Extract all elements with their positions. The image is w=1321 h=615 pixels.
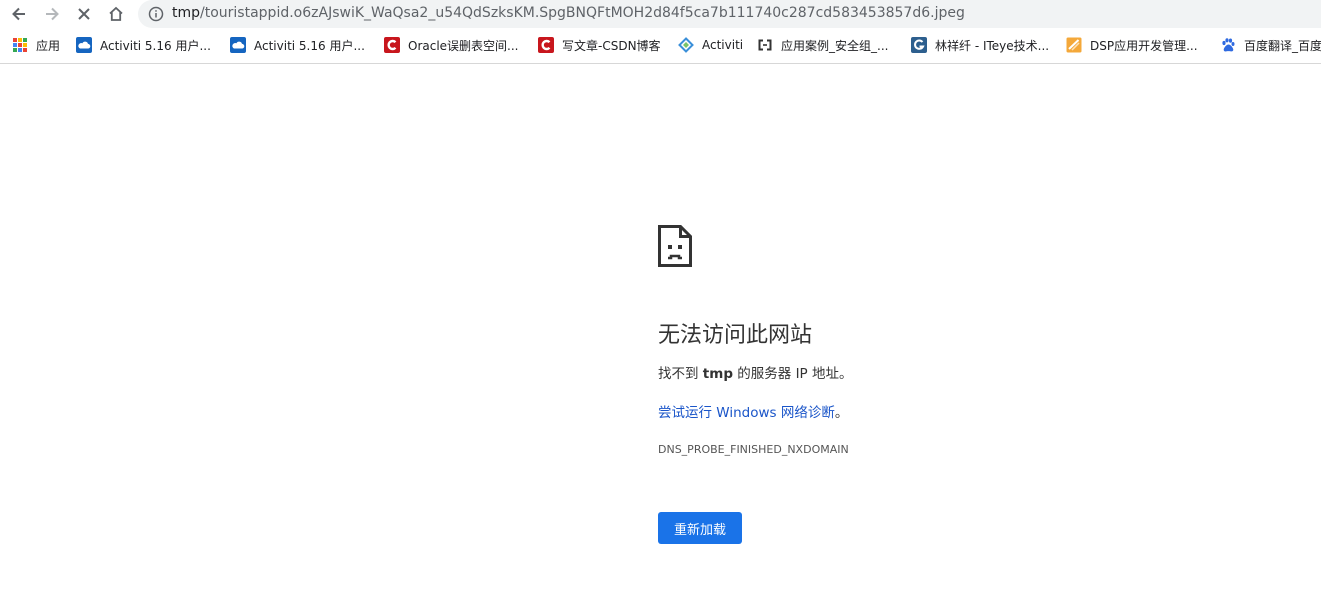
forward-button[interactable] (39, 1, 65, 27)
bookmark-label: 百度翻译_百度 (1244, 38, 1321, 53)
csdn-icon (384, 37, 400, 53)
bookmarks-bar: 应用 Activiti 5.16 用户... Activiti 5.16 用户.… (0, 28, 1321, 64)
bookmark-aliyun[interactable]: 应用案例_安全组_... (757, 36, 888, 54)
bookmark-activiti-guide-2[interactable]: Activiti 5.16 用户... (230, 36, 365, 54)
sad-page-icon (658, 225, 692, 267)
link-tail: 。 (834, 405, 849, 421)
url-path: /touristappid.o6zAJswiK_WaQsa2_u54QdSzks… (200, 5, 965, 21)
bookmark-label: 应用案例_安全组_... (781, 38, 889, 53)
browser-toolbar: tmp/touristappid.o6zAJswiK_WaQsa2_u54QdS… (0, 0, 1321, 28)
url-host: tmp (172, 5, 201, 21)
bookmark-baidu-fanyi[interactable]: 百度翻译_百度 (1220, 36, 1321, 54)
error-desc-suffix: 的服务器 IP 地址。 (732, 366, 853, 382)
folder-doc-icon (1066, 37, 1082, 53)
address-bar[interactable]: tmp/touristappid.o6zAJswiK_WaQsa2_u54QdS… (138, 0, 1321, 28)
cloud-icon (76, 37, 92, 53)
diamond-icon (678, 37, 694, 53)
error-title: 无法访问此网站 (658, 323, 813, 348)
error-code: DNS_PROBE_FINISHED_NXDOMAIN (658, 443, 849, 456)
csdn-icon (538, 37, 554, 53)
iteye-icon (911, 37, 927, 53)
reload-button[interactable]: 重新加载 (658, 512, 742, 544)
bookmark-label: 林祥纤 - ITeye技术... (935, 38, 1050, 53)
stop-x-icon (78, 8, 90, 20)
cloud-icon (230, 37, 246, 53)
back-button[interactable] (6, 1, 32, 27)
forward-arrow-icon (46, 7, 59, 21)
bookmark-label: Activiti 5.16 用户... (254, 38, 365, 53)
network-diagnostics-link[interactable]: 尝试运行 Windows 网络诊断 (658, 405, 835, 421)
bookmark-label: DSP应用开发管理... (1090, 38, 1198, 53)
error-description: 找不到 tmp 的服务器 IP 地址。 (658, 362, 852, 382)
bookmark-activiti-guide-1[interactable]: Activiti 5.16 用户... (76, 36, 211, 54)
baidu-paw-icon (1220, 37, 1236, 53)
back-arrow-icon (12, 7, 25, 21)
bookmark-label: Activiti 5.16 用户... (100, 38, 211, 53)
bookmark-iteye[interactable]: 林祥纤 - ITeye技术... (911, 36, 1049, 54)
apps-grid-icon (12, 37, 28, 53)
url-text[interactable]: tmp/touristappid.o6zAJswiK_WaQsa2_u54QdS… (172, 5, 965, 21)
info-icon[interactable] (148, 6, 164, 22)
home-icon (109, 6, 123, 21)
bookmark-label: Activiti (702, 38, 744, 52)
error-desc-prefix: 找不到 (658, 366, 703, 382)
bookmark-csdn-write[interactable]: 写文章-CSDN博客 (538, 36, 661, 54)
bookmark-dsp[interactable]: DSP应用开发管理... (1066, 36, 1198, 54)
aliyun-icon (757, 37, 773, 53)
bookmark-label: 应用 (36, 38, 61, 53)
network-diagnostics-link-row: 尝试运行 Windows 网络诊断。 (658, 401, 848, 421)
bookmark-label: Oracle误删表空间... (408, 38, 519, 53)
bookmark-activiti[interactable]: Activiti (678, 36, 743, 54)
bookmark-apps[interactable]: 应用 (12, 36, 60, 54)
bookmark-label: 写文章-CSDN博客 (562, 38, 661, 53)
error-desc-host: tmp (702, 366, 733, 382)
stop-button[interactable] (71, 1, 97, 27)
bookmark-oracle[interactable]: Oracle误删表空间... (384, 36, 519, 54)
home-button[interactable] (103, 1, 129, 27)
